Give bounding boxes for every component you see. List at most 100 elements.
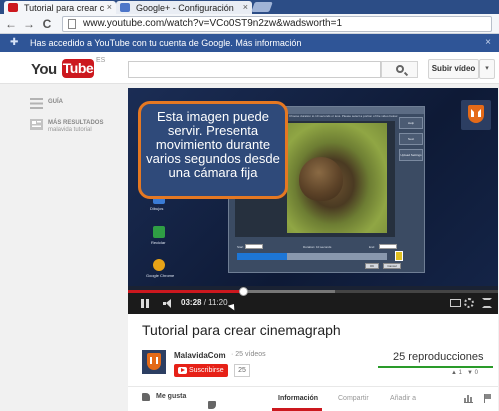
dislike-count: 0	[474, 370, 478, 376]
app-next-button: Next	[399, 133, 423, 145]
search-icon	[396, 65, 404, 73]
app-upload-button: Upload Settings	[399, 149, 423, 161]
browser-tab-google-plus[interactable]: Google+ - Configuración ×	[116, 1, 252, 14]
browser-tabstrip: Tutorial para crear c × Google+ - Config…	[0, 0, 499, 14]
tab-information[interactable]: Información	[278, 395, 318, 402]
flag-icon[interactable]	[484, 394, 492, 403]
reload-icon[interactable]: C	[40, 17, 54, 31]
duration-label: Duration: 10 seconds	[303, 245, 332, 249]
chrome-icon	[153, 259, 165, 271]
progress-bar[interactable]	[128, 287, 498, 296]
fullscreen-icon[interactable]	[482, 298, 492, 308]
results-icon	[30, 119, 43, 130]
end-field	[379, 244, 397, 249]
app-help-button: Help	[399, 117, 423, 129]
like-count: 1	[458, 370, 462, 376]
time-total: 11:20	[208, 298, 228, 307]
thumbs-down-small-icon: ▼	[466, 370, 473, 376]
thumbs-up-icon	[142, 393, 150, 401]
like-button-label: Me gusta	[156, 393, 187, 400]
puzzle-icon: ✚	[10, 37, 19, 48]
subscribe-label: Suscribirse	[189, 367, 224, 374]
start-label: Start	[237, 245, 244, 249]
logo-you[interactable]: You	[31, 61, 57, 78]
progress-scrubber[interactable]	[238, 287, 248, 296]
back-arrow-icon[interactable]: ←	[4, 17, 18, 31]
banner-text[interactable]: Has accedido a YouTube con tu cuenta de …	[30, 38, 301, 48]
google-plus-favicon-icon	[120, 3, 130, 12]
start-field	[245, 244, 263, 249]
stats-icon[interactable]	[464, 394, 473, 403]
selection-bar	[237, 253, 387, 260]
app-hint: Choose duration to 10 seconds or less. P…	[289, 114, 398, 118]
beaver-shape	[299, 157, 343, 201]
view-count: 25 reproducciones	[393, 351, 484, 363]
upload-button[interactable]: Subir vídeo	[428, 59, 479, 79]
address-bar[interactable]: www.youtube.com/watch?v=VCo0ST9n2zw&wads…	[62, 16, 492, 32]
page-icon	[68, 19, 76, 29]
theater-mode-icon[interactable]	[450, 299, 461, 307]
guide-item-sublabel: malavida tutorial	[48, 127, 92, 133]
upload-menu-button[interactable]: ▾	[479, 59, 495, 79]
pause-icon[interactable]	[141, 299, 149, 308]
browser-tab-title: Google+ - Configuración	[136, 3, 234, 13]
subscribe-button[interactable]: Suscribirse	[174, 364, 228, 377]
channel-avatar[interactable]	[142, 350, 166, 374]
logo-tube[interactable]: Tube	[62, 59, 94, 78]
player-controls: 03:28 / 11:20	[128, 287, 498, 314]
search-button[interactable]	[381, 61, 418, 78]
close-tab-icon[interactable]: ×	[107, 2, 112, 12]
browser-toolbar: ← → C www.youtube.com/watch?v=VCo0ST9n2z…	[0, 14, 499, 34]
like-button[interactable]: Me gusta	[142, 393, 187, 401]
address-url: www.youtube.com/watch?v=VCo0ST9n2zw&wads…	[83, 18, 343, 29]
tab-share[interactable]: Compartir	[338, 395, 369, 402]
time-display: 03:28 / 11:20	[181, 298, 228, 307]
selection-fill	[237, 253, 287, 260]
new-tab-button[interactable]	[251, 2, 273, 12]
desktop-icon-label: Reciclar	[151, 240, 166, 245]
selection-marker	[395, 251, 403, 261]
time-current: 03:28	[181, 298, 202, 307]
guide-icon	[30, 98, 43, 109]
browser-tab-title: Tutorial para crear c	[24, 3, 105, 13]
search-input[interactable]	[128, 61, 381, 78]
end-label: End	[369, 245, 375, 249]
guide-item-label: MÁS RESULTADOS	[48, 120, 104, 126]
malavida-brand-icon	[461, 100, 491, 130]
recycle-bin-icon	[153, 226, 165, 238]
youtube-header: You Tube ES Subir vídeo ▾	[0, 52, 499, 84]
channel-video-count: · 25 vídeos	[231, 351, 266, 358]
progress-played	[128, 290, 243, 293]
thumbs-down-icon[interactable]	[208, 401, 216, 409]
video-title: Tutorial para crear cinemagraph	[142, 322, 341, 338]
settings-gear-icon[interactable]	[464, 298, 474, 308]
volume-icon[interactable]	[163, 299, 175, 308]
browser-tab-youtube[interactable]: Tutorial para crear c ×	[4, 1, 116, 14]
app-ok-button: OK	[365, 263, 379, 269]
youtube-favicon-icon	[8, 3, 18, 12]
like-ratio-bar	[378, 366, 493, 368]
close-tab-icon[interactable]: ×	[243, 2, 248, 12]
channel-name[interactable]: MalavidaCom	[174, 351, 226, 360]
annotation-callout: Esta imagen puede servir. Presenta movim…	[138, 101, 288, 199]
logo-region: ES	[96, 57, 106, 64]
desktop-icon-label: Dibujos	[150, 206, 164, 211]
tab-add-to[interactable]: Añadir a	[390, 395, 416, 402]
video-frame-desktop: Dibujos Reciclar Google Chrome Choose du…	[128, 88, 498, 286]
watch-info-panel: Tutorial para crear cinemagraph Malavida…	[128, 314, 498, 411]
app-cancel-button: Cancel	[383, 263, 401, 269]
subscriber-count: 25	[234, 364, 250, 377]
guide-item-label: GUÍA	[48, 99, 63, 105]
desktop-icon-label: Google Chrome	[146, 273, 175, 278]
google-account-banner: ✚ Has accedido a YouTube con tu cuenta d…	[0, 34, 499, 52]
forward-arrow-icon[interactable]: →	[22, 17, 36, 31]
beaver-photo	[287, 123, 387, 233]
app-controls: Start Duration: 10 seconds End OK Cancel	[233, 243, 421, 271]
youtube-play-icon	[178, 367, 187, 374]
video-player[interactable]: Dibujos Reciclar Google Chrome Choose du…	[128, 88, 498, 314]
action-bar: Me gusta Información Compartir Añadir a	[128, 386, 498, 411]
like-stats: ▲ 1 ▼ 0	[451, 370, 478, 376]
close-banner-icon[interactable]: ×	[485, 34, 491, 52]
thumbs-up-small-icon: ▲	[451, 370, 457, 376]
video-count-text: 25 vídeos	[235, 351, 266, 358]
